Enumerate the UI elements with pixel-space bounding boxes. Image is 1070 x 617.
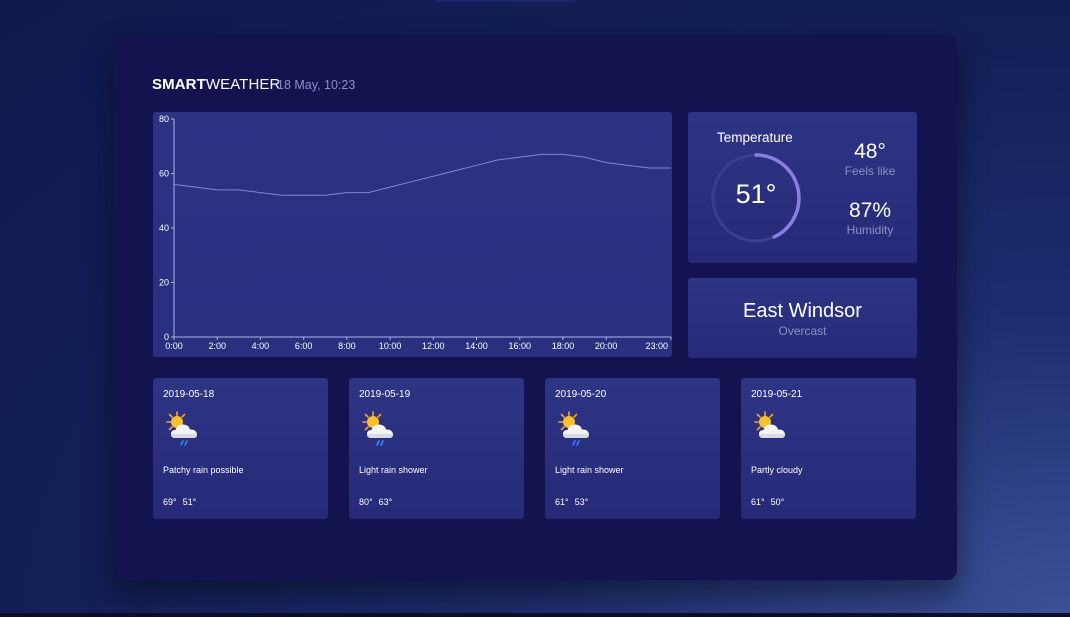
forecast-temps: 61° 53°: [555, 497, 594, 507]
window-top-tab: [435, 0, 575, 2]
x-tick-label: 16:00: [508, 341, 531, 351]
forecast-low: 50°: [770, 497, 785, 507]
current-temperature-card: Temperature 51° 48° Feels like 87% Humid…: [688, 112, 917, 263]
forecast-description: Patchy rain possible: [163, 465, 244, 475]
feels-like-label: Feels like: [844, 164, 896, 178]
sun-cloud-rain-icon: [359, 410, 403, 455]
forecast-high: 61°: [751, 497, 765, 507]
x-tick-label: 2:00: [208, 341, 226, 351]
x-tick-label: 20:00: [595, 341, 618, 351]
y-tick-label: 20: [159, 278, 169, 288]
y-tick-label: 80: [159, 114, 169, 124]
forecast-low: 51°: [182, 497, 197, 507]
forecast-high: 61°: [555, 497, 569, 507]
weather-panel: SMARTWEATHER 18 May, 10:23 0 20 40 60 80 0:00…: [113, 35, 957, 580]
x-tick-label: 0:00: [165, 341, 183, 351]
x-tick-label: 8:00: [338, 341, 356, 351]
forecast-low: 53°: [574, 497, 589, 507]
y-tick-label: 60: [159, 169, 169, 179]
forecast-card: 2019-05-21 Partly cloudy 61° 50°: [741, 378, 916, 519]
forecast-card: 2019-05-20 Light rain shower 61° 53°: [545, 378, 720, 519]
humidity-value: 87%: [848, 199, 892, 222]
x-tick-label: 4:00: [252, 341, 270, 351]
temperature-series-line: [173, 153, 671, 196]
forecast-temps: 61° 50°: [751, 497, 790, 507]
forecast-description: Light rain shower: [555, 465, 624, 475]
chart-svg: 0204060800:00 2:00 4:00 6:00 8:00 10:00 12:00 1…: [159, 114, 672, 351]
x-tick-label: 14:00: [465, 341, 488, 351]
x-tick-label: 23:00: [645, 341, 668, 351]
sun-cloud-icon: [751, 410, 795, 455]
current-datetime: 18 May, 10:23: [277, 78, 356, 92]
temperature-title: Temperature: [717, 130, 793, 145]
forecast-high: 69°: [163, 497, 177, 507]
x-tick-label: 12:00: [422, 341, 445, 351]
location-name: East Windsor: [743, 300, 862, 322]
location-condition: Overcast: [778, 324, 827, 338]
forecast-temps: 69° 51°: [163, 497, 202, 507]
forecast-card: 2019-05-19 Light rain shower 80° 63°: [349, 378, 524, 519]
sun-cloud-rain-icon: [163, 410, 207, 455]
temperature-chart: 0 20 40 60 80 0:00 2:00 4:00 6:00 8:00 10:00 12:00 1…: [153, 112, 672, 357]
current-temp-value: 51°: [735, 179, 777, 209]
y-tick-label: 40: [159, 223, 169, 233]
forecast-description: Partly cloudy: [751, 465, 803, 475]
forecast-date: 2019-05-20: [555, 389, 607, 400]
sun-cloud-rain-icon: [555, 410, 599, 455]
x-tick-label: 18:00: [552, 341, 575, 351]
forecast-date: 2019-05-21: [751, 389, 803, 400]
forecast-description: Light rain shower: [359, 465, 428, 475]
location-card: East Windsor Overcast: [688, 278, 917, 358]
forecast-card: 2019-05-18 Patchy rain possible 69° 51°: [153, 378, 328, 519]
app-logo: SMARTWEATHER: [152, 76, 281, 93]
forecast-high: 80°: [359, 497, 373, 507]
x-tick-label: 6:00: [295, 341, 313, 351]
forecast-date: 2019-05-18: [163, 389, 215, 400]
forecast-temps: 80° 63°: [359, 497, 398, 507]
feels-like-value: 48°: [854, 140, 886, 163]
forecast-low: 63°: [378, 497, 393, 507]
bottom-edge: [0, 613, 1070, 617]
x-tick-label: 10:00: [379, 341, 402, 351]
forecast-date: 2019-05-19: [359, 389, 411, 400]
humidity-label: Humidity: [846, 223, 894, 237]
